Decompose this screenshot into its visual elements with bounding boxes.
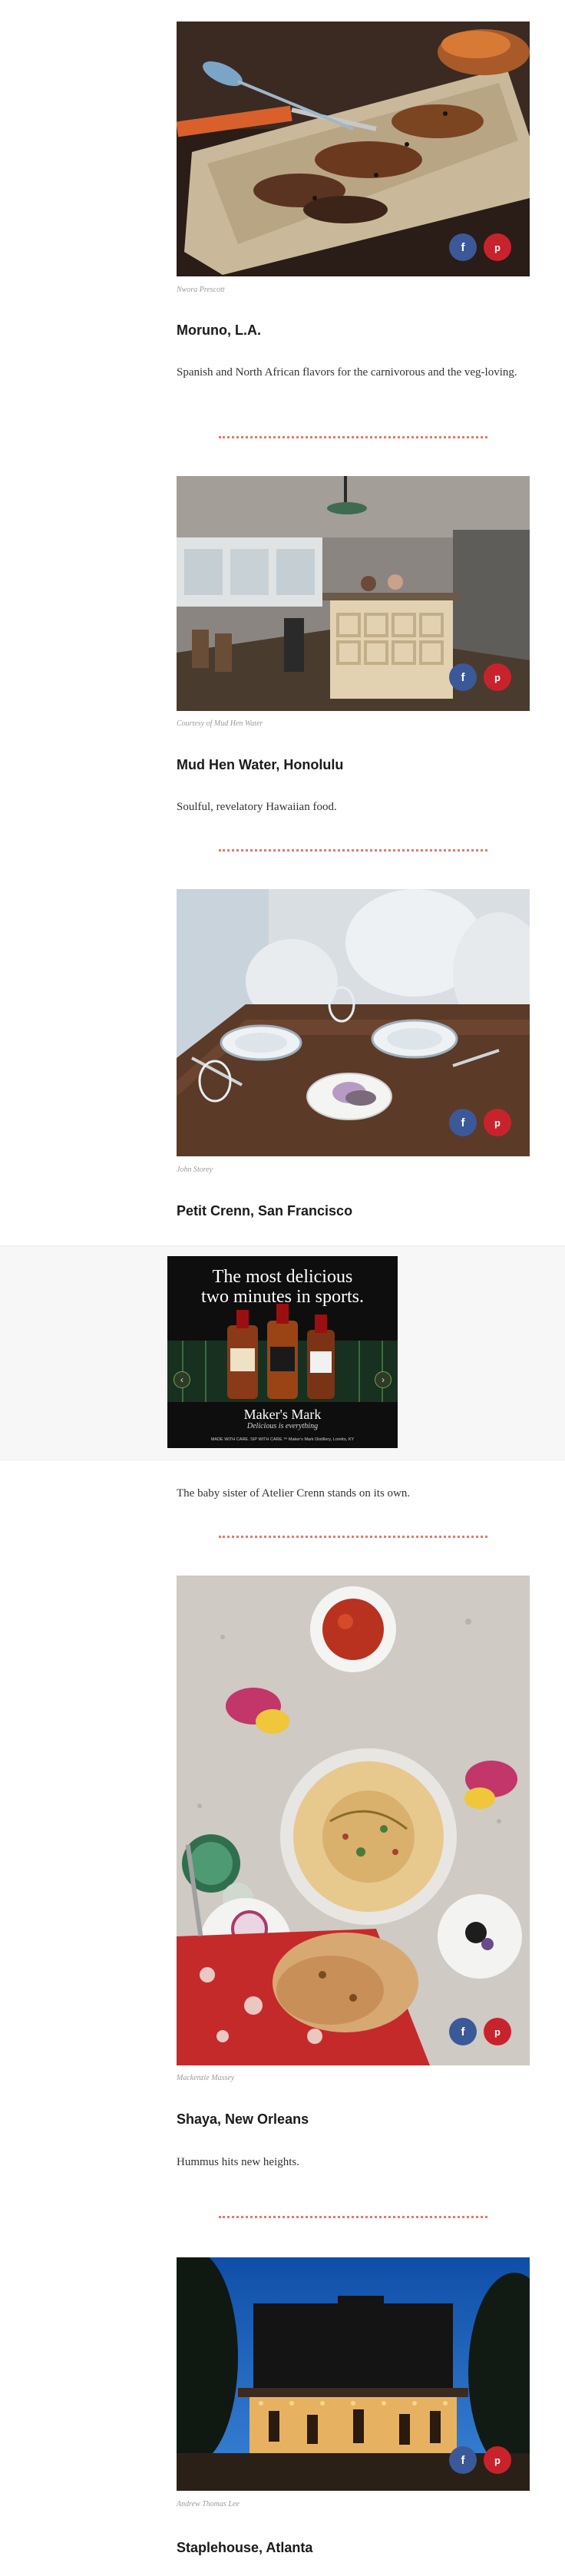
pinterest-share-button[interactable]: p	[484, 1109, 511, 1136]
facebook-share-button[interactable]: f	[449, 233, 477, 261]
section-divider	[219, 436, 487, 438]
section-divider	[219, 2216, 487, 2218]
photo-staplehouse: f p	[177, 2257, 530, 2491]
restaurant-title: Petit Crenn, San Francisco	[177, 1203, 353, 1219]
facebook-share-button[interactable]: f	[449, 2018, 477, 2045]
section-divider	[219, 849, 487, 852]
pinterest-share-button[interactable]: p	[484, 2446, 511, 2474]
ad-next-arrow-icon[interactable]: ›	[375, 1371, 392, 1388]
restaurant-title: Shaya, New Orleans	[177, 2111, 309, 2127]
ad-tagline: Delicious is everything	[246, 1422, 319, 1430]
pinterest-share-button[interactable]: p	[484, 663, 511, 691]
photo-mud-hen-water: f p	[177, 476, 530, 711]
photo-petit-crenn: f p	[177, 889, 530, 1156]
makers-mark-advertisement[interactable]: The most delicious two minutes in sports…	[167, 1256, 398, 1448]
photo-credit: John Storey	[177, 1166, 213, 1174]
table-setting-photo	[177, 889, 530, 1156]
restaurant-interior-photo	[177, 476, 530, 711]
hummus-spread-photo	[177, 1576, 530, 2065]
pinterest-share-button[interactable]: p	[484, 2018, 511, 2045]
restaurant-title: Mud Hen Water, Honolulu	[177, 757, 344, 772]
photo-credit: Nwora Prescott	[177, 286, 225, 294]
facebook-share-button[interactable]: f	[449, 1109, 477, 1136]
ad-headline-line-2: two minutes in sports.	[200, 1287, 364, 1307]
roasted-squash-photo	[177, 21, 530, 276]
restaurant-title: Staplehouse, Atlanta	[177, 2540, 313, 2555]
photo-moruno: f p	[177, 21, 530, 276]
pinterest-share-button[interactable]: p	[484, 233, 511, 261]
photo-credit: Mackenzie Massey	[177, 2074, 235, 2082]
photo-credit: Courtesy of Mud Hen Water	[177, 719, 263, 728]
restaurant-description: Hummus hits new heights.	[177, 2156, 299, 2168]
restaurant-description: Soulful, revelatory Hawaiian food.	[177, 801, 337, 813]
facebook-share-button[interactable]: f	[449, 663, 477, 691]
photo-shaya: f p	[177, 1576, 530, 2065]
restaurant-title: Moruno, L.A.	[177, 322, 261, 338]
restaurant-description: Spanish and North African flavors for th…	[177, 366, 517, 379]
restaurant-description: The baby sister of Atelier Crenn stands …	[177, 1487, 411, 1500]
ad-headline-line-1: The most delicious	[212, 1267, 353, 1287]
ad-brand-name: Maker's Mark	[243, 1407, 322, 1422]
ad-fine-print: MADE WITH CARE. SIP WITH CARE.™ Maker's …	[210, 1437, 355, 1442]
ad-previous-arrow-icon[interactable]: ‹	[173, 1371, 190, 1388]
facebook-share-button[interactable]: f	[449, 2446, 477, 2474]
section-divider	[219, 1536, 487, 1538]
photo-credit: Andrew Thomas Lee	[177, 2500, 240, 2508]
ad-headline: The most delicious two minutes in sports…	[167, 1267, 398, 1307]
restaurant-exterior-photo	[177, 2257, 530, 2491]
